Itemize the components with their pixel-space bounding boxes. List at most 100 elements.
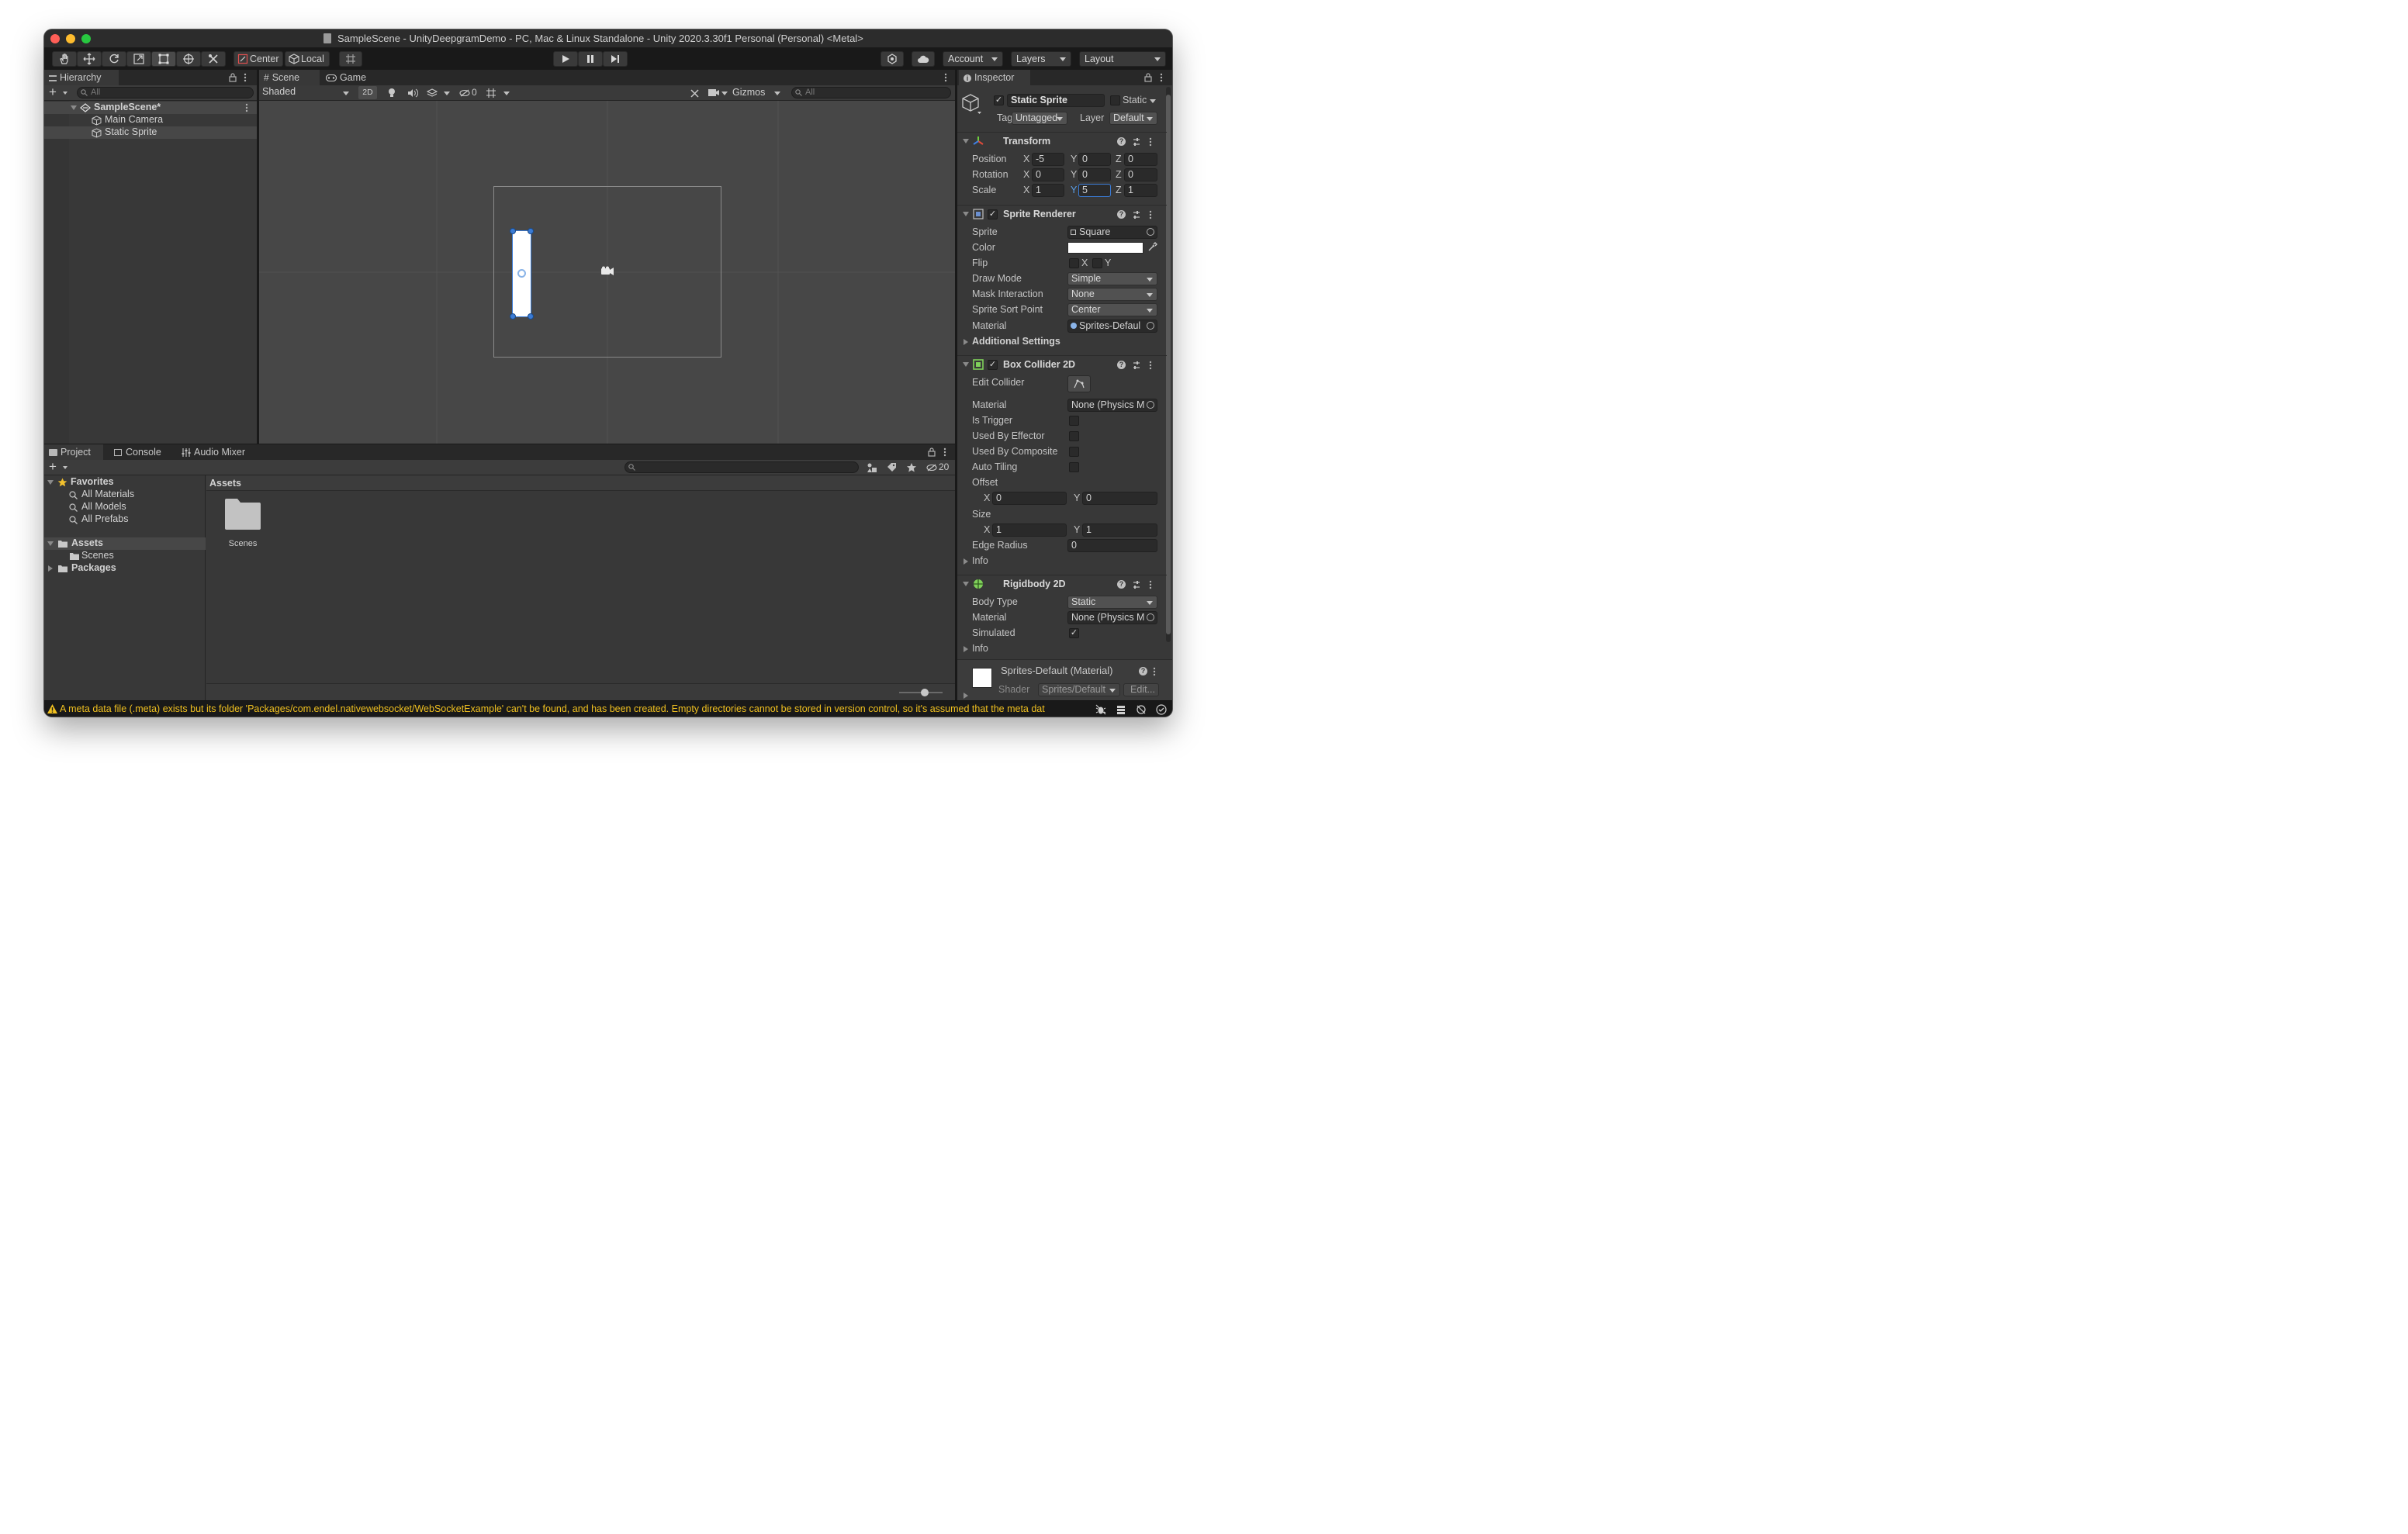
position-z-field[interactable]: 0 [1124,153,1157,166]
tag-dropdown[interactable]: Untagged [1012,112,1067,125]
grid-dropdown-icon[interactable] [503,92,510,95]
hand-tool-button[interactable] [52,51,77,67]
auto-tiling-checkbox[interactable] [1069,462,1079,472]
tab-game[interactable]: Game [321,70,375,85]
progress-check-icon[interactable] [1156,704,1167,715]
collab-button[interactable] [881,51,904,67]
additional-settings-foldout[interactable]: Additional Settings [957,335,1165,349]
material-menu-icon[interactable] [1153,667,1156,676]
hidden-objects-toggle[interactable]: 0 [458,87,481,99]
scene-search-input[interactable]: All [791,87,951,98]
minimize-window-button[interactable] [66,34,75,43]
shader-dropdown[interactable]: Sprites/Default [1038,683,1120,696]
draw-mode-dropdown[interactable]: Shaded [261,86,352,100]
packages-foldout-icon[interactable] [48,565,53,572]
rotation-y-field[interactable]: 0 [1078,168,1111,181]
tree-item-packages[interactable]: Packages [44,562,206,575]
layers-dropdown[interactable]: Layers [1011,51,1071,67]
lock-icon[interactable] [1144,73,1152,82]
scale-x-field[interactable]: 1 [1032,184,1064,197]
cloud-button[interactable] [912,51,935,67]
box-collider-header[interactable]: ✓ Box Collider 2D ? [957,355,1167,374]
asset-folder-scenes[interactable]: Scenes [220,497,267,555]
rect-tool-button[interactable] [151,51,176,67]
presets-icon[interactable] [1132,361,1141,370]
pivot-handle[interactable] [517,269,526,278]
edit-collider-button[interactable] [1067,375,1091,392]
help-icon[interactable]: ? [1117,137,1126,146]
object-picker-icon[interactable] [1147,401,1154,409]
used-by-composite-checkbox[interactable] [1069,447,1079,457]
effects-icon[interactable] [427,88,438,98]
kebab-menu-icon[interactable] [244,73,247,82]
status-bar[interactable]: A meta data file (.meta) exists but its … [44,700,1172,717]
grid-snap-button[interactable] [339,51,362,67]
is-trigger-checkbox[interactable] [1069,416,1079,426]
tab-scene[interactable]: # Scene [259,70,320,85]
offset-x-field[interactable]: 0 [992,492,1067,505]
static-checkbox[interactable] [1110,95,1120,105]
object-picker-icon[interactable] [1147,322,1154,330]
position-y-field[interactable]: 0 [1078,153,1111,166]
help-icon[interactable]: ? [1117,580,1126,589]
hierarchy-search-input[interactable]: All [77,87,254,98]
sprite-sort-point-dropdown[interactable]: Center [1067,303,1157,316]
presets-icon[interactable] [1132,210,1141,219]
camera-icon[interactable] [708,88,720,97]
sprite-material-field[interactable]: Sprites-Defaul [1067,320,1157,333]
camera-dropdown-icon[interactable] [721,92,728,95]
component-menu-icon[interactable] [1149,210,1152,219]
tree-item-scenes[interactable]: Scenes [44,550,206,562]
help-icon[interactable]: ? [1139,667,1147,675]
draw-mode-dropdown[interactable]: Simple [1067,272,1157,285]
step-button[interactable] [603,51,628,67]
color-swatch[interactable] [1067,242,1143,254]
size-x-field[interactable]: 1 [992,523,1067,537]
scale-z-field[interactable]: 1 [1124,184,1157,197]
favorite-item-all-models[interactable]: All Models [44,501,206,513]
hierarchy-item-static-sprite[interactable]: Static Sprite [44,126,257,139]
layout-dropdown[interactable]: Layout [1079,51,1166,67]
lighting-bulb-icon[interactable] [387,88,396,98]
pivot-local-button[interactable]: Local [285,51,330,67]
auto-generate-lighting-icon[interactable] [1136,704,1147,715]
kebab-menu-icon[interactable] [944,73,947,82]
rect-handle-top-right[interactable] [528,228,534,234]
effects-dropdown-icon[interactable] [444,92,450,95]
create-button[interactable]: + [49,85,69,98]
transform-header[interactable]: Transform ? [957,132,1167,150]
label-tag-icon[interactable] [887,462,897,472]
object-name-field[interactable]: Static Sprite [1007,94,1105,107]
grid-icon[interactable] [486,88,496,98]
component-menu-icon[interactable] [1149,137,1152,147]
hierarchy-item-main-camera[interactable]: Main Camera [44,114,257,126]
debug-bug-icon[interactable] [1095,704,1106,715]
project-hidden-toggle[interactable]: 20 [925,461,953,474]
sprite-renderer-foldout-icon[interactable] [963,212,969,216]
project-create-button[interactable]: + [49,460,69,473]
help-icon[interactable]: ? [1117,210,1126,219]
sprite-object-field[interactable]: Square [1067,226,1157,239]
scale-y-field[interactable]: 5 [1078,184,1111,197]
cache-server-icon[interactable] [1116,704,1126,715]
breadcrumb-assets[interactable]: Assets [209,478,241,489]
position-x-field[interactable]: -5 [1032,153,1064,166]
rotation-x-field[interactable]: 0 [1032,168,1064,181]
account-dropdown[interactable]: Account [943,51,1003,67]
object-picker-icon[interactable] [1147,228,1154,236]
eyedropper-icon[interactable] [1147,242,1157,252]
presets-icon[interactable] [1132,137,1141,147]
mask-interaction-dropdown[interactable]: None [1067,288,1157,301]
object-picker-icon[interactable] [1147,613,1154,621]
box-collider-enabled-checkbox[interactable]: ✓ [988,360,998,370]
tab-project[interactable]: Project [44,444,103,460]
scene-viewport[interactable] [259,101,955,444]
component-menu-icon[interactable] [1149,580,1152,589]
help-icon[interactable]: ? [1117,361,1126,369]
maximize-window-button[interactable] [81,34,91,43]
shader-edit-button[interactable]: Edit... [1123,683,1159,696]
component-menu-icon[interactable] [1149,361,1152,370]
scale-tool-button[interactable] [126,51,151,67]
camera-gizmo-icon[interactable] [600,266,614,276]
tab-inspector[interactable]: i Inspector [959,70,1030,85]
